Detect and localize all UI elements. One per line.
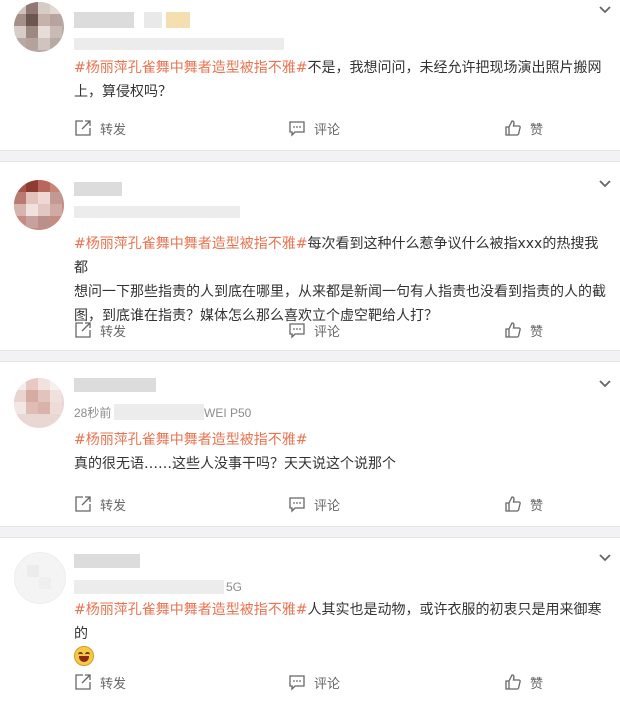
comment-line: 上，算侵权吗？ [74, 84, 172, 100]
meta-redacted [114, 404, 204, 420]
username-redacted[interactable] [74, 182, 122, 196]
repost-icon [75, 674, 91, 690]
avatar[interactable] [14, 2, 64, 52]
comment-text: #杨丽萍孔雀舞中舞者造型被指不雅#人其实也是动物，或许衣服的初衷只是用来御寒的 [74, 598, 608, 671]
badge-redacted [166, 12, 190, 28]
thumbs-up-icon [505, 674, 521, 690]
comment-line: 真的很无语……这些人没事干吗？天天说这个说那个 [74, 456, 396, 472]
comment-label: 评论 [314, 324, 341, 340]
topic-tag[interactable]: #杨丽萍孔雀舞中舞者造型被指不雅# [74, 60, 307, 76]
repost-label: 转发 [100, 498, 127, 514]
thumbs-up-icon [505, 322, 521, 338]
comment-button[interactable]: 评论 [288, 118, 340, 138]
comment-feed: #杨丽萍孔雀舞中舞者造型被指不雅#不是，我想问问，未经允许把现场演出照片搬网 上… [0, 0, 620, 704]
comment-icon [289, 497, 305, 513]
repost-label: 转发 [100, 122, 127, 138]
comment-icon [289, 121, 305, 137]
avatar[interactable] [14, 552, 66, 604]
comment-text: #杨丽萍孔雀舞中舞者造型被指不雅# 真的很无语……这些人没事干吗？天天说这个说那… [74, 428, 608, 476]
action-bar: 转发 评论 赞 [0, 494, 620, 514]
repost-label: 转发 [100, 324, 127, 340]
like-label: 赞 [530, 122, 544, 138]
comment-text: #杨丽萍孔雀舞中舞者造型被指不雅#每次看到这种什么惹争议什么被指xxx的热搜我都… [74, 232, 608, 328]
repost-label: 转发 [100, 676, 127, 692]
comment-icon [289, 675, 305, 691]
meta-redacted [74, 580, 224, 594]
like-label: 赞 [530, 324, 544, 340]
like-button[interactable]: 赞 [504, 320, 543, 340]
meta-redacted [74, 38, 284, 50]
comment-card: 5G #杨丽萍孔雀舞中舞者造型被指不雅#人其实也是动物，或许衣服的初衷只是用来御… [0, 538, 620, 704]
topic-tag[interactable]: #杨丽萍孔雀舞中舞者造型被指不雅# [74, 432, 307, 448]
device-source: WEI P50 [204, 406, 252, 420]
like-label: 赞 [530, 498, 544, 514]
comment-button[interactable]: 评论 [288, 320, 340, 340]
meta-redacted [74, 206, 240, 218]
chevron-down-icon[interactable] [598, 4, 612, 16]
repost-button[interactable]: 转发 [74, 672, 126, 692]
separator [0, 150, 620, 162]
username-redacted[interactable] [74, 378, 156, 392]
username-redacted[interactable] [74, 12, 134, 28]
like-button[interactable]: 赞 [504, 672, 543, 692]
comment-card: 28秒前 WEI P50 #杨丽萍孔雀舞中舞者造型被指不雅# 真的很无语……这些… [0, 362, 620, 526]
like-button[interactable]: 赞 [504, 118, 543, 138]
action-bar: 转发 评论 赞 [0, 320, 620, 340]
comment-card: #杨丽萍孔雀舞中舞者造型被指不雅#每次看到这种什么惹争议什么被指xxx的热搜我都… [0, 162, 620, 350]
comment-text: #杨丽萍孔雀舞中舞者造型被指不雅#不是，我想问问，未经允许把现场演出照片搬网 上… [74, 56, 608, 104]
comment-line: 不是，我想问问，未经允许把现场演出照片搬网 [307, 60, 602, 76]
chevron-down-icon[interactable] [598, 378, 612, 390]
comment-card: #杨丽萍孔雀舞中舞者造型被指不雅#不是，我想问问，未经允许把现场演出照片搬网 上… [0, 0, 620, 150]
repost-button[interactable]: 转发 [74, 320, 126, 340]
laugh-cry-emoji-icon [74, 646, 94, 666]
comment-icon [289, 323, 305, 339]
separator [0, 350, 620, 362]
comment-button[interactable]: 评论 [288, 672, 340, 692]
like-label: 赞 [530, 676, 544, 692]
repost-icon [75, 496, 91, 512]
comment-label: 评论 [314, 122, 341, 138]
device-source: 5G [226, 580, 243, 594]
like-button[interactable]: 赞 [504, 494, 543, 514]
thumbs-up-icon [505, 120, 521, 136]
topic-tag[interactable]: #杨丽萍孔雀舞中舞者造型被指不雅# [74, 602, 307, 618]
action-bar: 转发 评论 赞 [0, 118, 620, 138]
comment-label: 评论 [314, 676, 341, 692]
chevron-down-icon[interactable] [598, 178, 612, 190]
badge-redacted [144, 12, 162, 28]
repost-icon [75, 120, 91, 136]
chevron-down-icon[interactable] [598, 552, 612, 564]
action-bar: 转发 评论 赞 [0, 672, 620, 692]
post-time: 28秒前 [74, 406, 112, 420]
comment-button[interactable]: 评论 [288, 494, 340, 514]
username-redacted[interactable] [74, 554, 140, 568]
thumbs-up-icon [505, 496, 521, 512]
separator [0, 526, 620, 538]
comment-line: 想问一下那些指责的人到底在哪里，从来都是新闻一句有人指责也没看到指责的人的截 [74, 284, 606, 300]
avatar[interactable] [14, 180, 64, 230]
comment-label: 评论 [314, 498, 341, 514]
repost-button[interactable]: 转发 [74, 118, 126, 138]
repost-button[interactable]: 转发 [74, 494, 126, 514]
repost-icon [75, 322, 91, 338]
avatar[interactable] [14, 378, 64, 428]
topic-tag[interactable]: #杨丽萍孔雀舞中舞者造型被指不雅# [74, 236, 307, 252]
